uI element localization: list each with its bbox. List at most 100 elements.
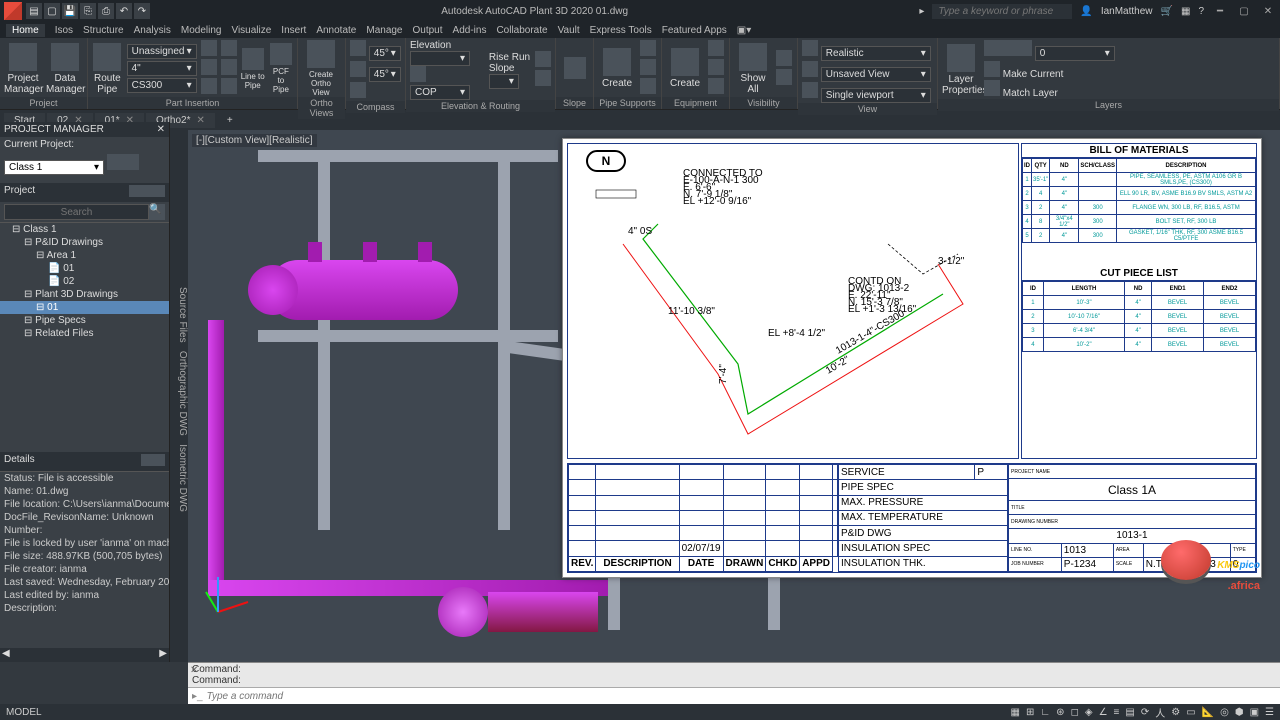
qat-new-icon[interactable]: ▤: [26, 3, 42, 19]
size-combo[interactable]: 4": [127, 61, 197, 76]
slope-input[interactable]: [489, 74, 519, 89]
pump-skid[interactable]: [488, 592, 598, 632]
osnap-icon[interactable]: ◻: [1071, 707, 1079, 718]
maximize-button[interactable]: ▢: [1236, 6, 1252, 17]
visual-style-icon[interactable]: [802, 40, 818, 56]
equip-n2-icon[interactable]: [708, 59, 724, 75]
equip-n1-icon[interactable]: [708, 40, 724, 56]
vis-iso-icon[interactable]: [776, 69, 792, 85]
minimize-button[interactable]: ━: [1212, 6, 1228, 17]
pm-search-input[interactable]: [4, 204, 149, 220]
close-button[interactable]: ✕: [1260, 6, 1276, 17]
tab-output[interactable]: Output: [413, 25, 443, 36]
qat-open-icon[interactable]: ▢: [44, 3, 60, 19]
search-input[interactable]: Type a keyword or phrase: [932, 4, 1072, 19]
tab-isos[interactable]: Isos: [55, 25, 73, 36]
qat-plot-icon[interactable]: ⎙: [98, 3, 114, 19]
layer-combo[interactable]: 0: [1035, 46, 1115, 61]
match-icon[interactable]: [221, 78, 237, 94]
otrack-icon[interactable]: ∠: [1099, 707, 1108, 718]
new-tab-button[interactable]: +: [217, 113, 243, 128]
visual-style-combo[interactable]: Realistic: [821, 46, 931, 61]
scroll-left-icon[interactable]: ◀: [2, 648, 10, 662]
elevation-input[interactable]: [410, 51, 470, 66]
isolate-icon[interactable]: ◎: [1220, 707, 1229, 718]
data-manager-button[interactable]: Data Manager: [46, 43, 84, 95]
saved-view-combo[interactable]: Unsaved View: [821, 67, 931, 82]
equip-n3-icon[interactable]: [708, 78, 724, 94]
compass-tick-icon[interactable]: [350, 61, 366, 77]
tree-node[interactable]: ⊟ Plant 3D Drawings: [0, 288, 169, 301]
workspace-icon[interactable]: ⚙: [1171, 707, 1180, 718]
support-del-icon[interactable]: [640, 78, 656, 94]
line-to-pipe-button[interactable]: Line to Pipe: [241, 48, 265, 90]
edit-icon[interactable]: [201, 78, 217, 94]
search-icon[interactable]: 🔍: [149, 204, 165, 220]
project-tree[interactable]: ⊟ Class 1⊟ P&ID Drawings⊟ Area 1📄 01📄 02…: [0, 222, 169, 452]
pm-cycle-icon[interactable]: [153, 185, 165, 197]
ribbon-tabs[interactable]: Home Isos Structure Analysis Modeling Vi…: [0, 22, 1280, 38]
tab-collaborate[interactable]: Collaborate: [496, 25, 547, 36]
make-current-icon[interactable]: [984, 61, 1000, 77]
cop-icon[interactable]: [410, 66, 426, 82]
infocenter-arrow-icon[interactable]: ▸: [919, 6, 924, 17]
qat-saveas-icon[interactable]: ⎘: [80, 3, 96, 19]
cart-icon[interactable]: 🛒: [1161, 6, 1173, 17]
compass-icon[interactable]: [350, 40, 366, 56]
vis-hide-icon[interactable]: [776, 50, 792, 66]
3dosnap-icon[interactable]: ◈: [1085, 707, 1093, 718]
tree-node[interactable]: ⊟ 01: [0, 301, 169, 314]
viewport-combo[interactable]: Single viewport: [821, 88, 931, 103]
cmd-close-icon[interactable]: ✕: [190, 665, 198, 676]
tab-modeling[interactable]: Modeling: [181, 25, 222, 36]
lineweight-icon[interactable]: ≡: [1114, 707, 1120, 718]
details-col-icon[interactable]: [141, 454, 153, 466]
tab-home[interactable]: Home: [6, 24, 45, 37]
status-bar[interactable]: MODEL ▦ ⊞ ∟ ⊛ ◻ ◈ ∠ ≡ ▤ ⟳ 人 ⚙ ▭ 📐 ◎ ⬢ ▣ …: [0, 704, 1280, 720]
tab-manage[interactable]: Manage: [366, 25, 402, 36]
ortho-icon[interactable]: ∟: [1040, 707, 1050, 718]
create-support-button[interactable]: Create: [598, 48, 636, 89]
details-list-icon[interactable]: [153, 454, 165, 466]
support-attach-icon[interactable]: [640, 40, 656, 56]
tree-node[interactable]: 📄 02: [0, 275, 169, 288]
tag-combo[interactable]: Unassigned: [127, 44, 197, 59]
customize-icon[interactable]: ☰: [1265, 707, 1274, 718]
appstore-icon[interactable]: ▦: [1181, 6, 1190, 17]
tree-node[interactable]: 📄 01: [0, 262, 169, 275]
annot-icon[interactable]: 人: [1155, 705, 1165, 720]
cycling-icon[interactable]: ⟳: [1141, 707, 1149, 718]
hardware-icon[interactable]: ⬢: [1235, 707, 1244, 718]
tab-annotate[interactable]: Annotate: [316, 25, 356, 36]
viewport-icon[interactable]: [802, 82, 818, 98]
qat-redo-icon[interactable]: ↷: [134, 3, 150, 19]
tab-vault[interactable]: Vault: [558, 25, 580, 36]
route-dn-icon[interactable]: [535, 70, 551, 86]
tab-addins[interactable]: Add-ins: [453, 25, 487, 36]
tab-add-icon[interactable]: ▣▾: [737, 25, 751, 36]
saved-view-icon[interactable]: [802, 61, 818, 77]
layer-freeze-icon[interactable]: [1000, 40, 1016, 56]
match-layer-label[interactable]: Match Layer: [1003, 88, 1058, 99]
model-viewport[interactable]: [-][Custom View][Realistic] TOP N: [188, 130, 1280, 662]
parts-icon[interactable]: [221, 40, 237, 56]
action-icon[interactable]: [221, 59, 237, 75]
compass-toggle-icon[interactable]: [350, 82, 366, 98]
make-current-label[interactable]: Make Current: [1003, 69, 1064, 80]
close-icon[interactable]: ✕: [197, 115, 205, 126]
tab-analysis[interactable]: Analysis: [134, 25, 171, 36]
compass-angle-1[interactable]: 45°: [369, 46, 401, 61]
cleanscreen-icon[interactable]: ▣: [1250, 707, 1259, 718]
route-up-icon[interactable]: [535, 51, 551, 67]
match-layer-icon[interactable]: [984, 80, 1000, 96]
vessel[interactable]: [268, 260, 458, 320]
project-manager-button[interactable]: Project Manager: [4, 43, 42, 95]
tab-featured[interactable]: Featured Apps: [662, 25, 727, 36]
command-input[interactable]: [207, 691, 1276, 702]
signin-icon[interactable]: 👤: [1080, 6, 1092, 17]
pm-tree-icon[interactable]: [141, 185, 153, 197]
show-all-button[interactable]: Show All: [734, 43, 772, 95]
qat-save-icon[interactable]: 💾: [62, 3, 78, 19]
tree-node[interactable]: ⊟ P&ID Drawings: [0, 236, 169, 249]
pcf-to-pipe-button[interactable]: PCF to Pipe: [269, 43, 293, 94]
